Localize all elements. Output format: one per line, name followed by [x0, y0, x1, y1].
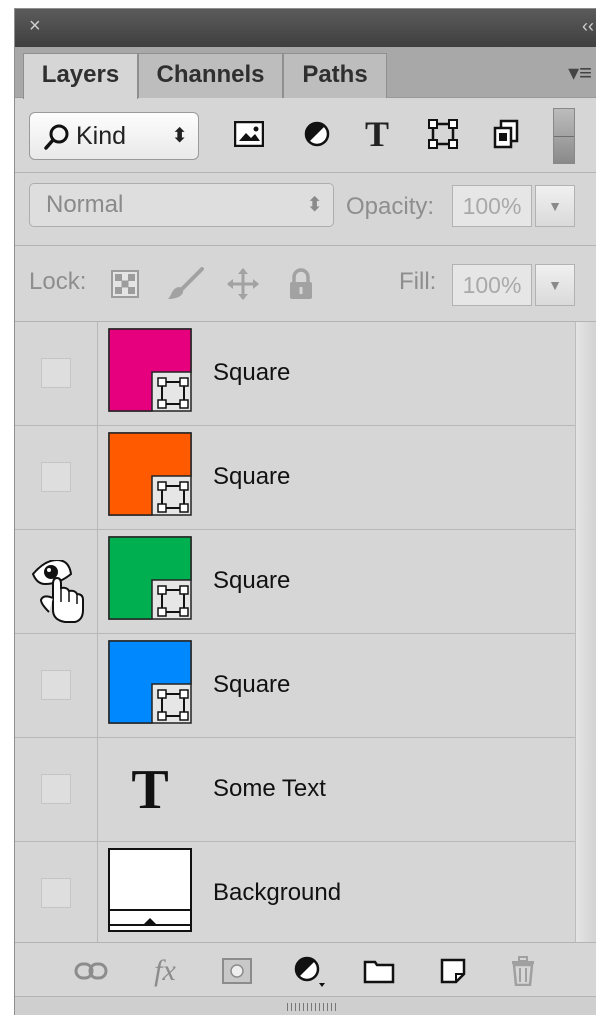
lock-label: Lock: — [29, 268, 87, 295]
adjustment-layer-icon[interactable] — [291, 953, 327, 989]
visibility-toggle[interactable] — [15, 426, 98, 529]
adjustment-layer-filter-icon[interactable] — [295, 112, 339, 156]
resize-handle[interactable] — [15, 996, 596, 1015]
fill-field[interactable]: 100% — [452, 264, 532, 306]
lock-all-icon[interactable] — [281, 264, 321, 304]
smart-object-filter-icon[interactable] — [485, 112, 529, 156]
visibility-box[interactable] — [41, 670, 71, 700]
tab-channels[interactable]: Channels — [138, 53, 283, 98]
blend-mode-select[interactable]: Normal ⬍ — [29, 183, 334, 227]
layer-name[interactable]: Square — [213, 530, 290, 632]
layer-row[interactable]: Background — [15, 842, 575, 946]
pixel-layer-filter-icon[interactable] — [227, 112, 271, 156]
updown-icon: ⬍ — [171, 125, 188, 147]
link-layers-icon[interactable] — [73, 953, 109, 989]
visibility-toggle[interactable] — [15, 738, 98, 841]
filter-toggle-switch[interactable] — [553, 108, 575, 164]
tab-paths[interactable]: Paths — [283, 53, 387, 98]
shape-layer-thumbnail — [108, 432, 192, 516]
layer-row[interactable]: Square — [15, 322, 575, 426]
layer-name[interactable]: Square — [213, 634, 290, 736]
layer-name[interactable]: Square — [213, 426, 290, 528]
filter-row: Kind ⬍ T — [15, 98, 596, 173]
layer-row[interactable]: T Some Text — [15, 738, 575, 842]
visibility-box[interactable] — [41, 774, 71, 804]
search-icon — [44, 124, 69, 150]
visibility-box[interactable] — [41, 358, 71, 388]
layer-name[interactable]: Square — [213, 322, 290, 424]
layer-mask-icon[interactable] — [219, 953, 255, 989]
new-layer-icon[interactable] — [435, 953, 471, 989]
svg-text:T: T — [131, 759, 168, 821]
grip-icon — [287, 1003, 337, 1011]
bottom-toolbar: fx — [15, 942, 596, 996]
collapse-icon[interactable]: ‹‹ — [582, 14, 594, 38]
layer-list: Square Square Square Square T Some Text … — [15, 322, 576, 946]
fill-dropdown-button[interactable]: ▼ — [535, 264, 575, 306]
visibility-toggle[interactable] — [15, 842, 98, 945]
blend-row: Normal ⬍ Opacity: 100% ▼ — [15, 173, 596, 246]
layers-panel: × ‹‹ Layers Channels Paths ▾≡ Kind ⬍ T N… — [14, 8, 596, 1015]
fx-icon[interactable]: fx — [147, 953, 183, 989]
opacity-dropdown-button[interactable]: ▼ — [535, 185, 575, 227]
updown-icon: ⬍ — [306, 194, 323, 216]
visibility-box[interactable] — [41, 878, 71, 908]
background-layer-thumbnail — [108, 848, 192, 932]
delete-layer-icon[interactable] — [505, 953, 541, 989]
shape-layer-thumbnail — [108, 640, 192, 724]
lock-position-icon[interactable] — [223, 264, 263, 304]
tab-layers[interactable]: Layers — [23, 53, 138, 99]
shape-layer-filter-icon[interactable] — [421, 112, 465, 156]
filter-kind-select[interactable]: Kind ⬍ — [29, 112, 199, 160]
opacity-label: Opacity: — [346, 193, 435, 220]
shape-layer-thumbnail — [108, 328, 192, 412]
filter-kind-label: Kind — [76, 122, 127, 150]
eye-icon[interactable] — [31, 560, 85, 624]
layer-row[interactable]: Square — [15, 634, 575, 738]
layer-row[interactable]: Square — [15, 426, 575, 530]
panel-titlebar[interactable]: × ‹‹ — [15, 9, 596, 47]
lock-image-pixels-icon[interactable] — [165, 264, 205, 304]
opacity-field[interactable]: 100% — [452, 185, 532, 227]
shape-layer-thumbnail — [108, 536, 192, 620]
type-layer-filter-icon[interactable]: T — [355, 112, 399, 156]
layer-row[interactable]: Square — [15, 530, 575, 634]
lock-row: Lock: Fill: 100% ▼ — [15, 246, 596, 322]
layer-name[interactable]: Some Text — [213, 738, 326, 840]
visibility-box[interactable] — [41, 462, 71, 492]
layer-name[interactable]: Background — [213, 842, 341, 944]
visibility-toggle[interactable] — [15, 530, 98, 633]
text-layer-icon: T — [131, 759, 168, 821]
tab-bar: Layers Channels Paths ▾≡ — [15, 47, 596, 99]
scrollbar-track[interactable] — [576, 322, 596, 942]
panel-menu-icon[interactable]: ▾≡ — [568, 61, 592, 85]
lock-transparent-pixels-icon[interactable] — [105, 264, 145, 304]
fill-label: Fill: — [399, 268, 437, 295]
new-group-icon[interactable] — [361, 953, 397, 989]
blend-mode-value: Normal — [46, 191, 124, 218]
close-icon[interactable]: × — [29, 14, 41, 38]
visibility-toggle[interactable] — [15, 322, 98, 425]
visibility-toggle[interactable] — [15, 634, 98, 737]
